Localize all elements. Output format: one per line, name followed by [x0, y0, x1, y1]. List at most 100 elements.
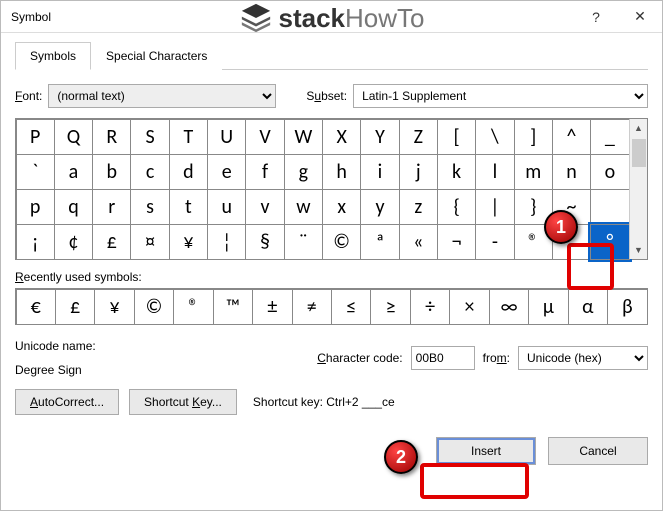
char-code-input[interactable] [411, 346, 475, 370]
recent-symbol-cell[interactable]: ≤ [331, 289, 371, 325]
recent-symbol-cell[interactable]: ™ [213, 289, 253, 325]
recent-symbol-cell[interactable]: μ [528, 289, 568, 325]
autocorrect-button[interactable]: AutoCorrect... [15, 389, 119, 415]
symbol-cell[interactable]: d [169, 154, 208, 190]
symbol-cell[interactable]: ` [16, 154, 55, 190]
symbol-cell[interactable]: n [552, 154, 591, 190]
symbol-cell[interactable]: U [207, 119, 246, 155]
symbol-cell[interactable]: ® [514, 224, 553, 260]
shortcut-key-button[interactable]: Shortcut Key... [129, 389, 237, 415]
symbol-cell[interactable]: x [322, 189, 361, 225]
recent-symbol-cell[interactable]: × [449, 289, 489, 325]
symbol-cell[interactable]: k [437, 154, 476, 190]
symbol-cell[interactable]: c [130, 154, 169, 190]
grid-scrollbar[interactable]: ▲ ▼ [629, 119, 647, 259]
symbol-cell[interactable]: p [16, 189, 55, 225]
recent-symbol-cell[interactable]: ≠ [292, 289, 332, 325]
symbol-cell[interactable]: ^ [552, 119, 591, 155]
symbol-cell[interactable]: l [475, 154, 514, 190]
symbol-cell[interactable]: y [360, 189, 399, 225]
symbol-cell[interactable]: e [207, 154, 246, 190]
symbol-cell[interactable]: w [284, 189, 323, 225]
symbol-cell[interactable]: V [245, 119, 284, 155]
symbol-cell[interactable]: X [322, 119, 361, 155]
recent-symbol-cell[interactable]: α [568, 289, 608, 325]
close-button[interactable]: ✕ [618, 2, 662, 32]
symbol-cell[interactable]: | [475, 189, 514, 225]
symbol-cell[interactable]: u [207, 189, 246, 225]
help-button[interactable]: ? [574, 2, 618, 32]
scroll-thumb[interactable] [632, 139, 646, 167]
symbol-cell[interactable]: ¯ [552, 224, 591, 260]
symbol-cell[interactable]: § [245, 224, 284, 260]
symbol-cell[interactable]: Y [360, 119, 399, 155]
font-label: Font: [15, 89, 42, 103]
symbol-cell[interactable]: g [284, 154, 323, 190]
symbol-cell[interactable]: z [399, 189, 438, 225]
symbol-cell[interactable]: s [130, 189, 169, 225]
symbol-cell[interactable]: f [245, 154, 284, 190]
recent-symbol-cell[interactable]: © [134, 289, 174, 325]
symbol-cell[interactable]: £ [92, 224, 131, 260]
symbol-cell[interactable]: T [169, 119, 208, 155]
titlebar: Symbol ? ✕ [1, 1, 662, 33]
recent-symbol-cell[interactable]: ∞ [489, 289, 529, 325]
symbol-cell[interactable]: { [437, 189, 476, 225]
symbol-cell[interactable] [590, 189, 629, 225]
cancel-button[interactable]: Cancel [548, 437, 648, 465]
font-select[interactable]: (normal text) [48, 84, 276, 108]
recent-symbol-cell[interactable]: ≥ [370, 289, 410, 325]
symbol-cell[interactable]: _ [590, 119, 629, 155]
symbol-cell[interactable]: r [92, 189, 131, 225]
symbol-cell[interactable]: b [92, 154, 131, 190]
symbol-cell[interactable]: ] [514, 119, 553, 155]
symbol-cell[interactable]: S [130, 119, 169, 155]
recent-symbol-cell[interactable]: £ [55, 289, 95, 325]
symbol-cell[interactable]: i [360, 154, 399, 190]
scroll-down-icon[interactable]: ▼ [630, 241, 647, 259]
symbol-cell[interactable]: } [514, 189, 553, 225]
symbol-cell[interactable]: ¨ [284, 224, 323, 260]
tab-special-characters[interactable]: Special Characters [91, 42, 222, 70]
from-select[interactable]: Unicode (hex) [518, 346, 648, 370]
window-title: Symbol [11, 10, 51, 24]
tab-symbols[interactable]: Symbols [15, 42, 91, 70]
symbol-cell[interactable]: ¢ [54, 224, 93, 260]
symbol-cell[interactable]: q [54, 189, 93, 225]
recent-symbol-cell[interactable]: ¥ [94, 289, 134, 325]
symbol-cell[interactable]: © [322, 224, 361, 260]
recent-symbol-cell[interactable]: € [16, 289, 56, 325]
insert-button[interactable]: Insert [436, 437, 536, 465]
symbol-cell[interactable]: ¦ [207, 224, 246, 260]
symbol-cell[interactable]: ­- [475, 224, 514, 260]
subset-select[interactable]: Latin-1 Supplement [353, 84, 648, 108]
symbol-cell[interactable]: ~ [552, 189, 591, 225]
symbol-cell[interactable]: ¥ [169, 224, 208, 260]
symbol-cell[interactable]: Z [399, 119, 438, 155]
symbol-cell[interactable]: ° [590, 224, 629, 260]
symbol-cell[interactable]: R [92, 119, 131, 155]
symbol-cell[interactable]: ¤ [130, 224, 169, 260]
symbol-cell[interactable]: m [514, 154, 553, 190]
symbol-cell[interactable]: P [16, 119, 55, 155]
shortcut-info-text: Shortcut key: Ctrl+2 ___ce [253, 395, 395, 409]
recent-symbol-cell[interactable]: ± [252, 289, 292, 325]
scroll-up-icon[interactable]: ▲ [630, 119, 647, 137]
recent-symbol-cell[interactable]: ÷ [410, 289, 450, 325]
symbol-cell[interactable]: Q [54, 119, 93, 155]
symbol-cell[interactable]: v [245, 189, 284, 225]
symbol-cell[interactable]: o [590, 154, 629, 190]
symbol-cell[interactable]: W [284, 119, 323, 155]
symbol-cell[interactable]: ¬ [437, 224, 476, 260]
symbol-cell[interactable]: j [399, 154, 438, 190]
symbol-cell[interactable]: t [169, 189, 208, 225]
symbol-cell[interactable]: h [322, 154, 361, 190]
symbol-cell[interactable]: \ [475, 119, 514, 155]
recent-symbol-cell[interactable]: β [607, 289, 647, 325]
symbol-cell[interactable]: ¡ [16, 224, 55, 260]
symbol-cell[interactable]: ª [360, 224, 399, 260]
symbol-cell[interactable]: [ [437, 119, 476, 155]
symbol-cell[interactable]: a [54, 154, 93, 190]
symbol-cell[interactable]: « [399, 224, 438, 260]
recent-symbol-cell[interactable]: ® [173, 289, 213, 325]
